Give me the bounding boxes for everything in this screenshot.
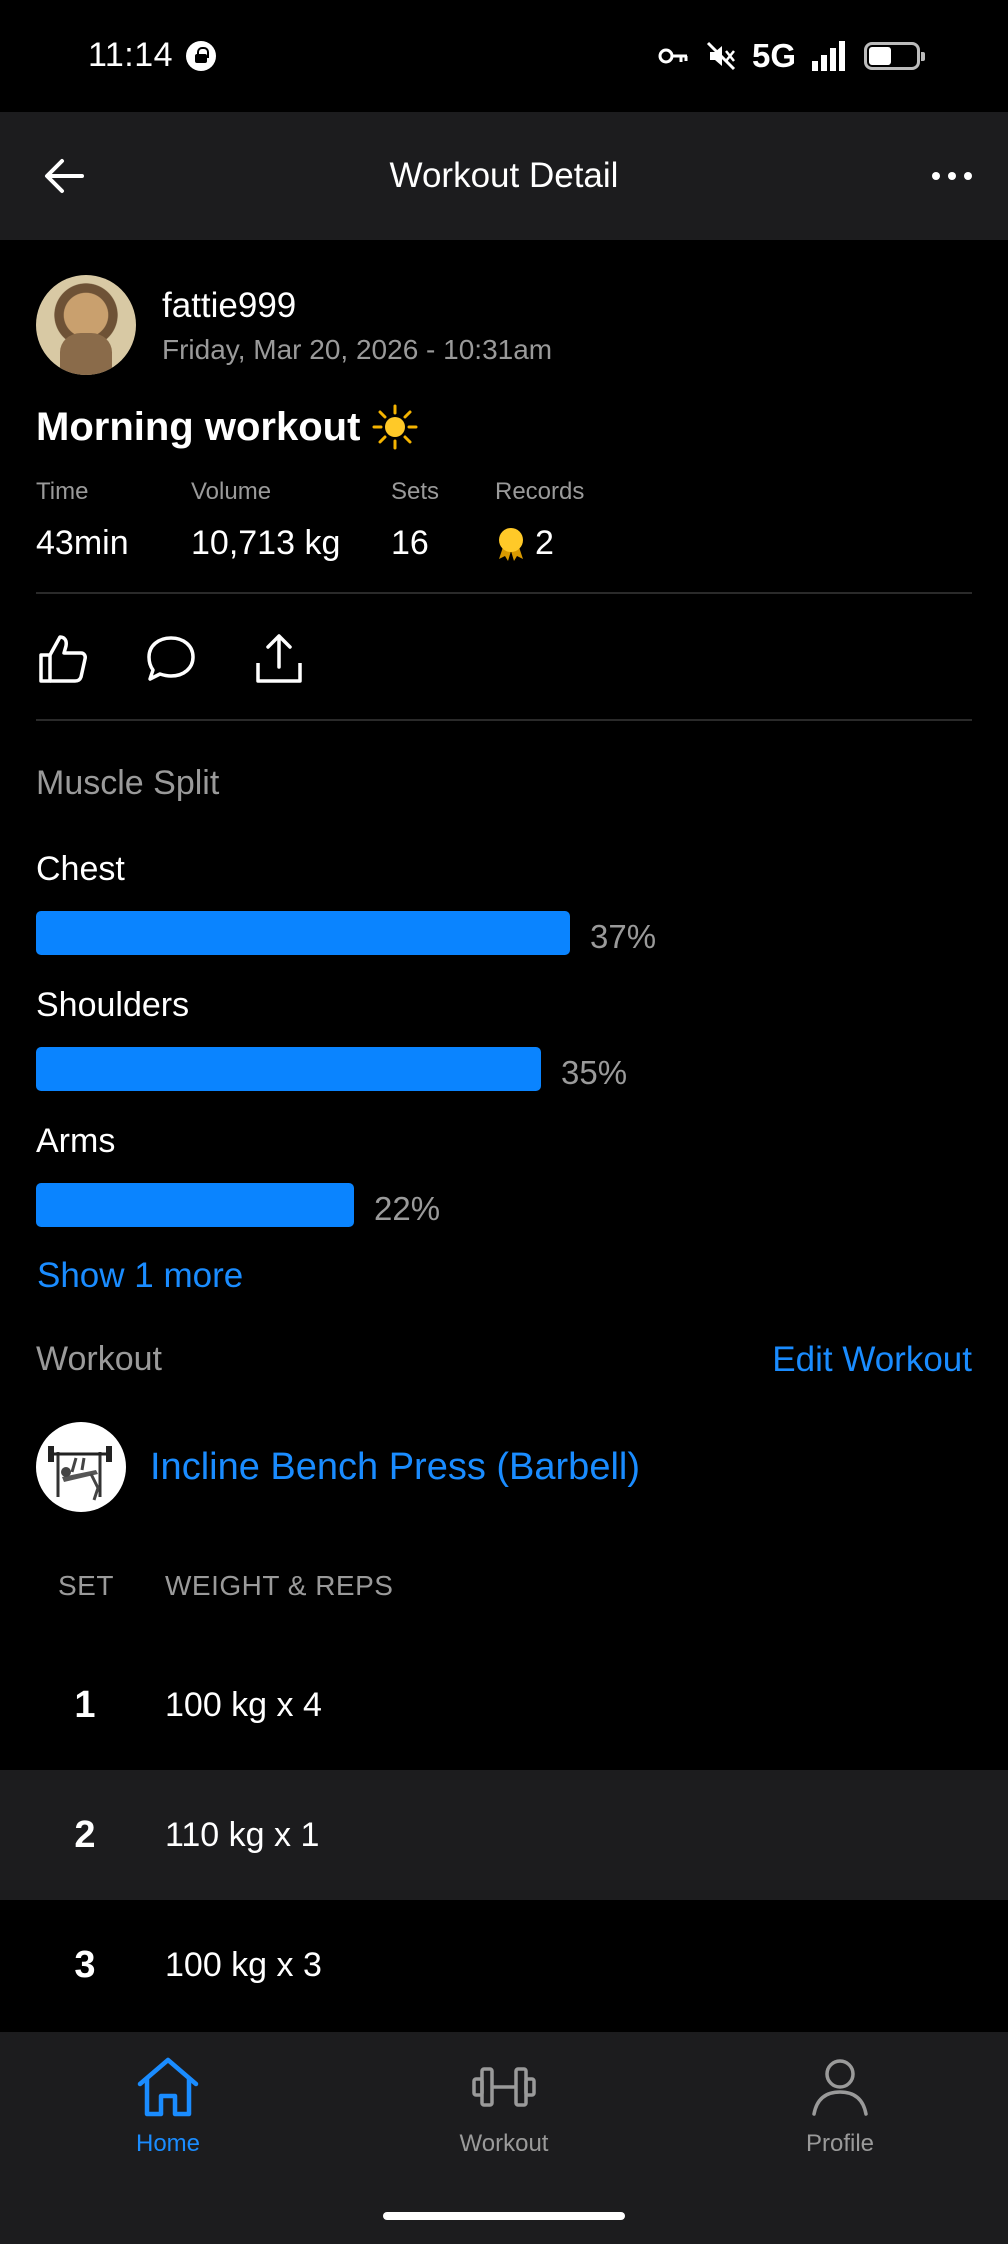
more-dot [964, 172, 972, 180]
exercise-name[interactable]: Incline Bench Press (Barbell) [150, 1446, 640, 1489]
stat-time: Time 43min [36, 478, 191, 563]
bench-press-icon [48, 1446, 112, 1501]
set-row: 3 100 kg x 3 [0, 1900, 1008, 2030]
workout-title-text: Morning workout [36, 404, 361, 449]
dumbbell-icon [472, 2067, 536, 2107]
muscle-percent-shoulders: 35% [561, 1054, 628, 1091]
records-count: 2 [535, 524, 554, 562]
exercise-thumbnail[interactable] [36, 1422, 126, 1512]
set-row: 1 100 kg x 4 [0, 1640, 1008, 1770]
muscle-name-shoulders: Shoulders [36, 986, 190, 1024]
lock-icon [186, 41, 216, 71]
set-column-header: SET [58, 1570, 114, 1601]
stat-value: 16 [391, 524, 429, 562]
nav-home[interactable]: Home [68, 2052, 268, 2158]
workout-title: Morning workout [36, 404, 418, 450]
stat-value: 2 [495, 524, 584, 563]
comment-icon [147, 636, 195, 681]
muscle-name-arms: Arms [36, 1122, 116, 1160]
comment-button[interactable] [144, 632, 198, 686]
stat-value: 10,713 kg [191, 524, 341, 562]
muscle-bar-fill [36, 911, 570, 955]
weight-reps-column-header: WEIGHT & REPS [165, 1570, 394, 1601]
stat-sets: Sets 16 [391, 478, 495, 563]
set-number: 1 [74, 1684, 96, 1726]
set-number: 2 [74, 1814, 96, 1856]
post-actions [36, 624, 306, 694]
edit-workout-link[interactable]: Edit Workout [772, 1340, 972, 1380]
nav-icon-wrap [469, 2052, 539, 2122]
network-type: 5G [751, 37, 796, 74]
nav-profile-label: Profile [805, 2130, 875, 2157]
divider [36, 719, 972, 721]
status-icons: 5G [656, 36, 925, 76]
muscle-split-label: Muscle Split [36, 764, 220, 802]
status-bar: 11:14 5G [0, 0, 1008, 112]
set-weight-reps: 100 kg x 3 [165, 1946, 322, 1984]
nav-home-label: Home [135, 2130, 201, 2157]
nav-workout-label: Workout [459, 2130, 549, 2157]
stat-label: Records [495, 478, 585, 505]
status-time: 11:14 [88, 36, 174, 74]
key-icon [658, 48, 688, 64]
workout-section-label: Workout [36, 1340, 162, 1378]
muscle-name-chest: Chest [36, 850, 125, 888]
muscle-bar-chest [36, 911, 801, 955]
nav-workout[interactable]: Workout [404, 2052, 604, 2158]
thumbs-up-icon [39, 635, 87, 683]
workout-stats: Time 43min Volume 10,713 kg Sets 16 Reco… [36, 478, 584, 563]
stat-label: Volume [191, 478, 272, 505]
muscle-bar-fill [36, 1183, 354, 1227]
share-icon [256, 634, 302, 683]
muscle-percent-arms: 22% [374, 1190, 441, 1227]
page-title: Workout Detail [389, 156, 619, 195]
home-indicator [383, 2212, 625, 2220]
medal-icon [499, 527, 523, 561]
share-button[interactable] [252, 632, 306, 686]
stat-label: Sets [391, 478, 440, 505]
muscle-bar-shoulders [36, 1047, 801, 1091]
stat-label: Time [36, 478, 89, 505]
sun-icon [372, 404, 418, 450]
avatar[interactable] [36, 275, 136, 375]
like-button[interactable] [36, 632, 90, 686]
username[interactable]: fattie999 [162, 286, 296, 326]
signal-icon [812, 41, 845, 71]
more-dot [948, 172, 956, 180]
set-weight-reps: 110 kg x 1 [165, 1816, 320, 1854]
nav-icon-wrap [133, 2052, 203, 2122]
top-app-bar: Workout Detail [0, 112, 1008, 240]
nav-icon-wrap [805, 2052, 875, 2122]
set-number: 3 [74, 1944, 96, 1986]
muscle-bar-fill [36, 1047, 541, 1091]
nav-profile[interactable]: Profile [740, 2052, 940, 2158]
workout-datetime: Friday, Mar 20, 2026 - 10:31am [162, 334, 553, 365]
stat-volume: Volume 10,713 kg [191, 478, 391, 563]
show-more-link[interactable]: Show 1 more [37, 1256, 243, 1296]
more-dots-icon [932, 172, 940, 180]
mute-icon [706, 41, 736, 71]
battery-icon [864, 42, 925, 70]
more-options-button[interactable] [922, 148, 982, 204]
divider [36, 592, 972, 594]
bottom-navigation: Home Workout Profile [0, 2032, 1008, 2244]
set-row: 2 110 kg x 1 [0, 1770, 1008, 1900]
home-icon [137, 2057, 199, 2117]
set-weight-reps: 100 kg x 4 [165, 1686, 322, 1724]
stat-records: Records 2 [495, 478, 584, 563]
muscle-percent-chest: 37% [590, 918, 657, 955]
stat-value: 43min [36, 524, 129, 562]
person-icon [812, 2059, 868, 2116]
